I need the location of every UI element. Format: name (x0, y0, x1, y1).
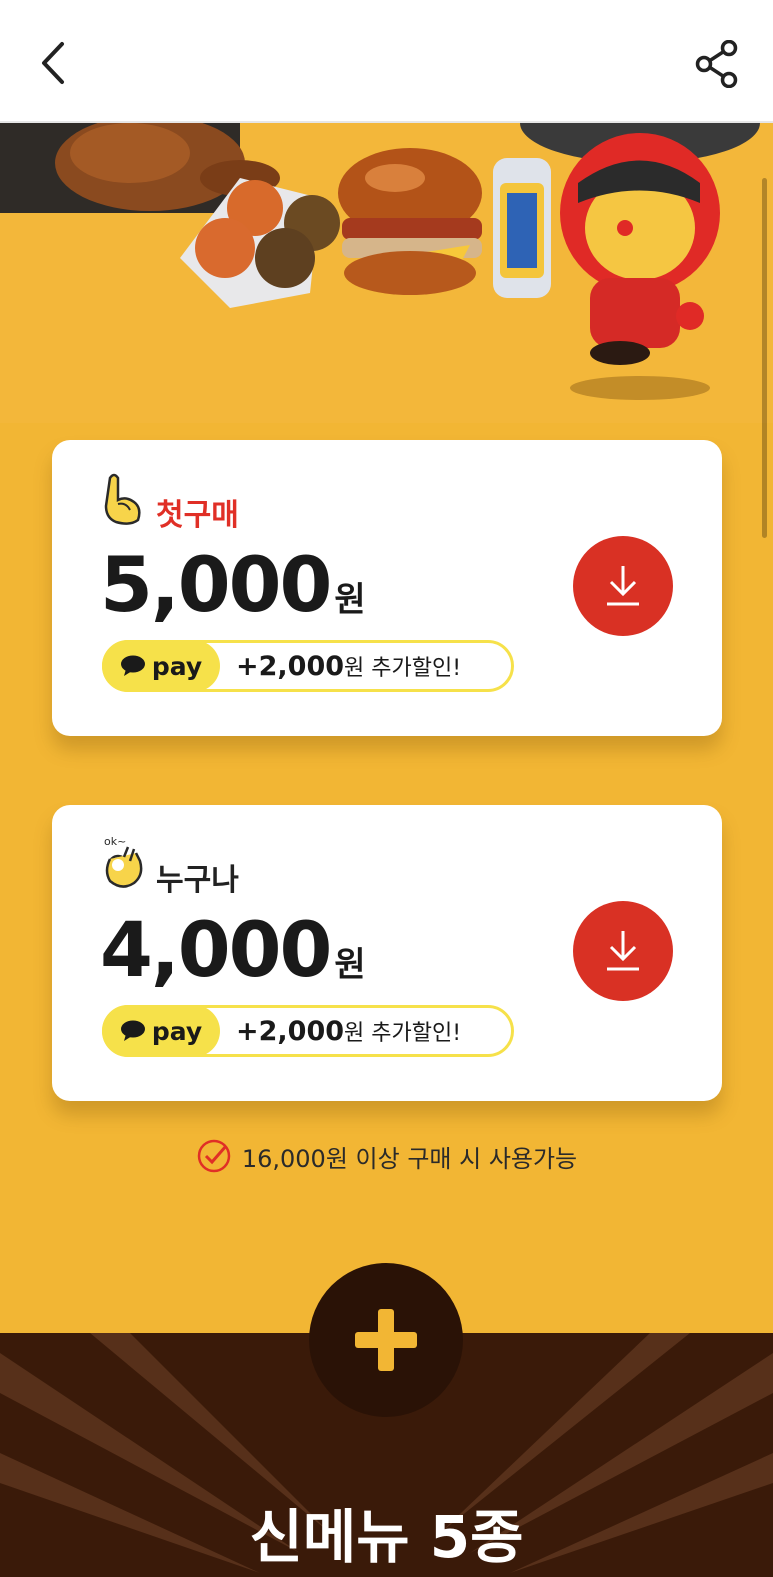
speech-bubble-icon (120, 1020, 145, 1041)
extra-discount-suffix: 원 추가할인! (344, 1021, 462, 1046)
kakaopay-badge: pay (102, 640, 220, 692)
pay-badge-text: pay (151, 651, 203, 681)
pay-badge-text: pay (151, 1016, 203, 1046)
section-title: 신메뉴 5종 (249, 1503, 524, 1571)
extra-discount-amount: +2,000 (236, 651, 345, 682)
check-circle-icon (197, 1139, 231, 1173)
currency-label: 원 (334, 945, 366, 985)
coupon-amount-row: 5,000 원 (100, 540, 366, 629)
share-button[interactable] (691, 38, 743, 90)
food-illustration (0, 123, 773, 423)
plus-icon (355, 1309, 417, 1371)
chevron-left-icon (42, 42, 64, 84)
coupon-label: 첫구매 (156, 498, 239, 533)
download-icon (607, 931, 639, 971)
extra-discount-suffix: 원 추가할인! (344, 656, 462, 681)
ok-hand-icon: ok~ (104, 835, 143, 888)
extra-discount-amount: +2,000 (236, 1016, 345, 1047)
back-button[interactable] (28, 38, 78, 88)
usage-condition-text: 16,000원 이상 구매 시 사용가능 (241, 1144, 578, 1173)
download-icon (607, 566, 639, 606)
download-coupon-button[interactable] (573, 536, 673, 636)
kakaopay-extra-discount: pay +2,000원 추가할인! (102, 640, 514, 692)
finger-up-hand-icon (104, 473, 141, 525)
usage-condition: 16,000원 이상 구매 시 사용가능 (0, 1138, 773, 1174)
share-icon (695, 40, 738, 88)
scrollbar[interactable] (762, 178, 767, 538)
coupon-card-first-purchase: 첫구매 5,000 원 pay +2,000원 추가할인! (52, 440, 722, 736)
extra-discount-text: +2,000원 추가할인! (236, 650, 461, 682)
expand-plus-button[interactable] (309, 1263, 463, 1417)
svg-text:ok~: ok~ (104, 835, 126, 848)
download-coupon-button[interactable] (573, 901, 673, 1001)
kakaopay-badge: pay (102, 1005, 220, 1057)
extra-discount-text: +2,000원 추가할인! (236, 1015, 461, 1047)
coupon-card-everyone: ok~ 누구나 4,000 원 pay +2,000원 추가할인! (52, 805, 722, 1101)
coupon-amount: 4,000 (100, 905, 332, 994)
top-navigation-bar (0, 0, 773, 123)
coupon-amount: 5,000 (100, 540, 332, 629)
coupon-label: 누구나 (156, 863, 239, 898)
currency-label: 원 (334, 580, 366, 620)
hero-food-banner (0, 123, 773, 423)
speech-bubble-icon (120, 655, 145, 676)
coupon-amount-row: 4,000 원 (100, 905, 366, 994)
kakaopay-extra-discount: pay +2,000원 추가할인! (102, 1005, 514, 1057)
